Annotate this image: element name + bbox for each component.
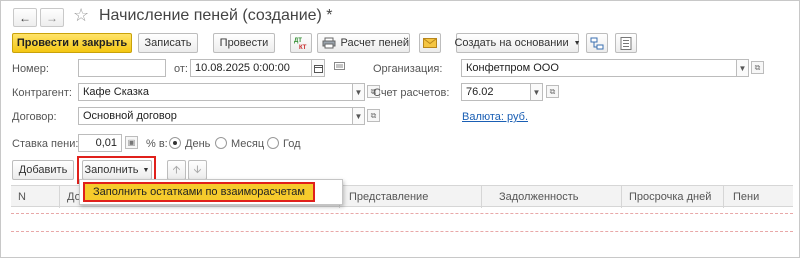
date-label: от: [174,63,188,75]
organization-open-button[interactable]: ⧉ [751,61,764,74]
email-button[interactable] [419,33,441,53]
move-up-button[interactable]: 🡩 [167,160,186,180]
report-button[interactable] [615,33,637,53]
printer-icon [322,37,336,49]
open-icon: ⧉ [754,62,761,72]
account-label: Счет расчетов: [373,87,450,99]
caret-down-icon: ▼ [354,111,363,121]
number-label: Номер: [12,63,49,75]
organization-label: Организация: [373,63,443,75]
document-window: ← → ☆ Начисление пеней (создание) * Пров… [0,0,800,258]
svg-text:ДТ: ДТ [294,38,302,44]
number-field[interactable] [78,59,166,77]
organization-field[interactable]: Конфетпром ООО [461,59,737,77]
rate-field[interactable]: 0,01 [78,134,122,152]
rate-label: Ставка пени: [12,138,79,150]
fill-by-settlement-balances-item[interactable]: Заполнить остатками по взаиморасчетам [83,182,315,202]
arrow-down-icon: 🡫 [193,163,202,176]
period-day-radio[interactable] [169,137,181,149]
column-header-debt[interactable]: Задолженность [499,191,579,203]
open-icon: ⧉ [549,86,556,96]
comment-icon[interactable] [334,62,345,75]
post-and-close-button[interactable]: Провести и закрыть [12,33,132,53]
period-month-radio[interactable] [215,137,227,149]
period-year-label: Год [283,138,301,150]
list-icon [620,36,632,50]
counterparty-field[interactable]: Кафе Сказка [78,83,353,101]
caret-down-icon: ▼ [354,87,363,97]
svg-text:КТ: КТ [299,45,307,50]
calendar-button[interactable] [311,59,325,77]
save-button[interactable]: Записать [138,33,198,53]
rate-calculator-button[interactable]: ▣ [125,136,138,149]
table-row[interactable] [11,231,793,232]
caret-down-icon: ▼ [573,39,581,47]
column-header-n[interactable]: N [18,191,26,203]
forward-button[interactable]: → [40,8,64,27]
column-separator [621,186,622,208]
structure-button[interactable] [586,33,608,53]
contract-open-button[interactable]: ⧉ [367,109,380,122]
table-row[interactable] [11,213,793,214]
contract-dropdown-button[interactable]: ▼ [352,107,365,125]
dt-kt-button[interactable]: ДТ КТ [290,33,312,53]
account-dropdown-button[interactable]: ▼ [530,83,543,101]
calendar-icon [313,64,323,73]
arrow-up-icon: 🡩 [172,163,181,176]
caret-down-icon: ▼ [532,87,541,97]
percent-label: % в: [146,138,168,150]
account-open-button[interactable]: ⧉ [546,85,559,98]
page-title: Начисление пеней (создание) * [99,7,333,24]
caret-down-icon: ▼ [738,63,747,73]
create-based-on-label: Создать на основании [454,37,569,49]
account-field[interactable]: 76.02 [461,83,531,101]
column-separator [481,186,482,208]
hierarchy-icon [590,37,604,49]
post-button[interactable]: Провести [213,33,275,53]
arrow-left-icon: ← [19,10,31,25]
envelope-icon [423,38,437,48]
column-header-penalty[interactable]: Пени [733,191,759,203]
column-separator [723,186,724,208]
add-row-button[interactable]: Добавить [12,160,74,180]
open-icon: ⧉ [370,110,377,120]
organization-dropdown-button[interactable]: ▼ [736,59,749,77]
counterparty-dropdown-button[interactable]: ▼ [352,83,365,101]
period-month-label: Месяц [231,138,265,150]
calculator-icon: ▣ [127,138,136,147]
create-based-on-button[interactable]: Создать на основании ▼ [454,33,581,53]
date-field[interactable]: 10.08.2025 0:00:00 [190,59,312,77]
move-down-button[interactable]: 🡫 [188,160,207,180]
back-button[interactable]: ← [13,8,37,27]
fill-dropdown-menu: Заполнить остатками по взаиморасчетам [79,179,343,205]
period-year-radio[interactable] [267,137,279,149]
star-icon[interactable]: ☆ [73,5,89,26]
calc-penalty-label: Расчет пеней [340,37,409,49]
column-header-presentation[interactable]: Представление [349,191,428,203]
arrow-right-icon: → [46,10,58,25]
column-separator [59,186,60,208]
column-header-overdue-days[interactable]: Просрочка дней [629,191,711,203]
contract-label: Договор: [12,111,57,123]
counterparty-label: Контрагент: [12,87,72,99]
dt-kt-icon: ДТ КТ [294,38,307,50]
calc-penalty-button[interactable]: Расчет пеней [317,33,410,53]
period-day-label: День [185,138,211,150]
currency-link[interactable]: Валюта: руб. [462,111,528,123]
contract-field[interactable]: Основной договор [78,107,353,125]
